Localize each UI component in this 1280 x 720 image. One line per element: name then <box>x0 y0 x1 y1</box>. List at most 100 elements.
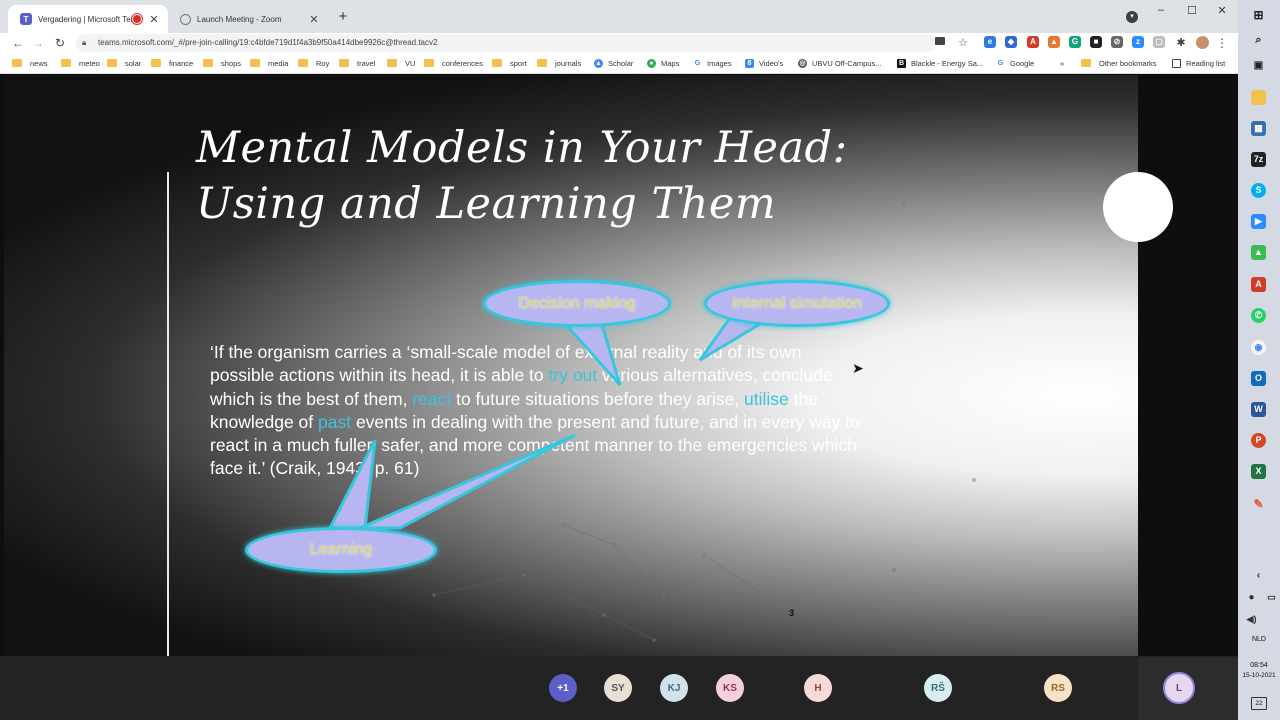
file-explorer-icon[interactable] <box>1251 90 1266 105</box>
zoom-extension-icon[interactable]: z <box>1132 36 1144 48</box>
clock-date[interactable]: 15-10-2021 <box>1238 672 1280 679</box>
globe-icon: ◎ <box>798 58 807 68</box>
extension-icon[interactable]: ▲ <box>1048 36 1060 48</box>
bookmark-images[interactable]: G Images <box>693 56 732 70</box>
search-icon[interactable]: ⌕ <box>1251 33 1266 48</box>
new-tab-button[interactable]: + <box>334 8 352 26</box>
slide-page-number: 3 <box>789 608 795 618</box>
windows-start-icon[interactable]: ⊞ <box>1251 8 1266 23</box>
bookmark-roy[interactable]: Roy <box>298 56 329 70</box>
bookmark-finance[interactable]: finance <box>151 56 193 70</box>
participant-avatar[interactable]: RS <box>1044 674 1072 702</box>
bookmark-ubvu[interactable]: ◎ UBVU Off-Campus... <box>798 56 881 70</box>
excel-icon[interactable]: X <box>1251 464 1266 479</box>
highlight-try-out: try out <box>548 365 598 386</box>
word-icon[interactable]: W <box>1251 402 1266 417</box>
folder-icon <box>424 59 434 67</box>
bookmark-solar[interactable]: solar <box>107 56 141 70</box>
participant-avatar[interactable]: KJ <box>660 674 688 702</box>
grammarly-icon[interactable]: G <box>1069 36 1081 48</box>
close-tab-icon[interactable]: ✕ <box>306 13 322 26</box>
menu-dots-icon[interactable]: ⋮ <box>1214 35 1230 51</box>
skype-icon[interactable]: S <box>1251 183 1266 198</box>
maximize-button[interactable]: ☐ <box>1177 4 1207 18</box>
acrobat-icon[interactable]: A <box>1251 277 1266 292</box>
camera-icon[interactable] <box>935 37 945 45</box>
other-bookmarks[interactable]: Other bookmarks <box>1081 56 1157 70</box>
extension-icon[interactable]: ■ <box>1090 36 1102 48</box>
tab-search-icon[interactable]: ▾ <box>1126 11 1138 23</box>
slide-divider <box>167 172 169 656</box>
volume-icon[interactable]: ◀) <box>1244 612 1259 627</box>
back-icon[interactable]: ← <box>10 35 26 51</box>
microphone-icon[interactable]: ● <box>1244 590 1259 605</box>
bookmark-news[interactable]: news <box>12 56 48 70</box>
tray-expand-icon[interactable]: ‹ <box>1251 568 1266 583</box>
bookmark-vu[interactable]: VU <box>387 56 415 70</box>
tab-teams[interactable]: T Vergadering | Microsoft Tea ✕ <box>8 5 168 33</box>
clock-time[interactable]: 08:54 <box>1240 662 1278 669</box>
profile-avatar[interactable] <box>1196 36 1209 49</box>
forward-icon[interactable]: → <box>30 35 46 51</box>
zoom-icon[interactable]: ▶ <box>1251 214 1266 229</box>
teams-icon: T <box>20 13 32 25</box>
task-view-icon[interactable]: ▣ <box>1251 58 1266 73</box>
block-icon[interactable]: ⊘ <box>1111 36 1123 48</box>
bookmark-blackle[interactable]: B Blackle - Energy Sa... <box>897 56 983 70</box>
google-icon: G <box>693 58 702 68</box>
close-window-button[interactable]: ✕ <box>1207 4 1237 18</box>
notifications-icon[interactable]: 22 <box>1251 697 1267 710</box>
bookmark-meteo[interactable]: meteo <box>61 56 100 70</box>
extension-icon[interactable]: e <box>984 36 996 48</box>
blackle-icon: B <box>897 58 906 68</box>
reading-list[interactable]: Reading list <box>1172 56 1225 70</box>
extensions-puzzle-icon[interactable]: ✱ <box>1173 35 1189 51</box>
more-participants-button[interactable]: +1 <box>549 674 577 702</box>
participant-avatar[interactable]: L <box>1163 672 1195 704</box>
bookmark-shops[interactable]: shops <box>203 56 241 70</box>
language-indicator[interactable]: NLD <box>1244 636 1274 643</box>
tab-title: Vergadering | Microsoft Tea <box>38 14 132 24</box>
pen-icon[interactable]: ✎ <box>1251 497 1266 512</box>
bookmark-maps[interactable]: ● Maps <box>647 56 679 70</box>
bookmark-videos[interactable]: 8 Video's <box>745 56 783 70</box>
extension-icon[interactable]: ▢ <box>1153 36 1165 48</box>
calculator-icon[interactable]: ▦ <box>1251 121 1266 136</box>
participant-avatar[interactable]: KS <box>716 674 744 702</box>
outlook-icon[interactable]: O <box>1251 371 1266 386</box>
bookmark-conferences[interactable]: conferences <box>424 56 483 70</box>
minimize-button[interactable]: – <box>1146 4 1176 18</box>
url-field[interactable]: 🔒︎ teams.microsoft.com/_#/pre-join-callin… <box>76 34 936 52</box>
7zip-icon[interactable]: 7z <box>1251 152 1266 167</box>
bookmark-google[interactable]: G Google <box>996 56 1034 70</box>
reload-icon[interactable]: ↻ <box>52 35 68 51</box>
google-icon: G <box>996 58 1005 68</box>
whatsapp-icon[interactable]: ✆ <box>1251 308 1266 323</box>
more-bookmarks-button[interactable]: » <box>1060 56 1064 70</box>
folder-icon <box>61 59 71 67</box>
slide-title: Mental Models in Your Head: Using and Le… <box>196 120 916 232</box>
pdf-extension-icon[interactable]: A <box>1027 36 1039 48</box>
tab-zoom[interactable]: Launch Meeting - Zoom ✕ <box>168 5 328 33</box>
bookmark-star-icon[interactable]: ☆ <box>955 35 971 51</box>
bookmark-media[interactable]: media <box>250 56 288 70</box>
close-tab-icon[interactable]: ✕ <box>146 13 162 26</box>
display-icon[interactable]: ▭ <box>1264 590 1279 605</box>
folder-icon <box>492 59 502 67</box>
tab-title: Launch Meeting - Zoom <box>197 14 282 24</box>
folder-icon <box>387 59 397 67</box>
participant-avatar[interactable]: SY <box>604 674 632 702</box>
folder-icon <box>537 59 547 67</box>
craik-quote: ‘If the organism carries a ‘small-scale … <box>210 342 860 479</box>
bookmark-journals[interactable]: journals <box>537 56 581 70</box>
powerpoint-icon[interactable]: P <box>1251 433 1266 448</box>
participant-avatar[interactable]: H <box>804 674 832 702</box>
app-icon[interactable]: ▲ <box>1251 245 1266 260</box>
participant-avatar[interactable]: RŠ <box>924 674 952 702</box>
extension-icon[interactable]: ◆ <box>1005 36 1017 48</box>
chrome-icon[interactable]: ◉ <box>1251 340 1266 355</box>
callout-internal-simulation: Internal simulation <box>704 280 890 327</box>
bookmark-travel[interactable]: travel <box>339 56 375 70</box>
bookmark-scholar[interactable]: ▲ Scholar <box>594 56 633 70</box>
bookmark-sport[interactable]: sport <box>492 56 527 70</box>
